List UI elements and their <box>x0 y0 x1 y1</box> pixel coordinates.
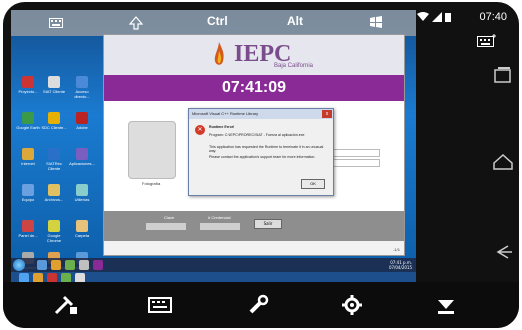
logo-subtitle: Baja California <box>274 63 314 69</box>
bottom-toolbar <box>3 282 519 328</box>
iepc-app-window[interactable]: IEPC Baja California 07:41:09 Fotografía… <box>103 34 405 256</box>
desktop-icon[interactable]: Utilerías <box>69 184 95 202</box>
back-icon[interactable] <box>492 242 514 262</box>
taskbar-item[interactable] <box>79 260 89 270</box>
desktop-icon[interactable]: Acceso directo... <box>69 76 95 99</box>
desktop-icon[interactable]: Equipo <box>15 184 41 202</box>
desktop-icon[interactable]: Panel de... <box>15 220 41 238</box>
desktop-icon[interactable]: Proyecto... <box>15 76 41 94</box>
dialog-heading: Runtime Error! <box>209 125 235 129</box>
expand-up-icon[interactable] <box>129 16 143 30</box>
desktop-icon[interactable]: Aplicaciones... <box>69 148 95 166</box>
clave-label: Clave <box>164 215 175 220</box>
credencial-label: # Credencial <box>208 215 231 220</box>
photo-box <box>128 121 176 179</box>
windows-taskbar: 07:41 p.m. 07/04/2015 <box>11 258 416 272</box>
logo-band: IEPC Baja California <box>104 35 404 75</box>
desktop-icon[interactable]: Internet <box>15 148 41 166</box>
app-bottom-band: Clave # Credencial Salir <box>104 211 404 241</box>
text-field[interactable] <box>328 149 380 157</box>
android-nav-bar <box>485 32 519 272</box>
gear-icon[interactable] <box>339 294 365 316</box>
wifi-icon <box>417 12 429 21</box>
page-indicator: -1/1 <box>393 247 400 252</box>
keyboard-icon[interactable] <box>147 294 173 316</box>
dialog-line-1: This application has requested the Runti… <box>209 145 324 153</box>
desktop-icon[interactable]: Adobe <box>69 112 95 130</box>
recent-apps-icon[interactable] <box>492 66 514 86</box>
keyboard-small-icon[interactable] <box>49 18 63 28</box>
remote-desktop-view[interactable]: Ctrl Alt Proyecto... SIAT Cliente Acceso… <box>11 10 416 272</box>
dialog-ok-button[interactable]: OK <box>301 179 325 189</box>
taskbar-item[interactable] <box>51 260 61 270</box>
desktop-icon[interactable]: Archivos... <box>41 184 67 202</box>
clock-display: 07:41:09 <box>104 75 404 101</box>
text-field[interactable] <box>328 159 380 167</box>
signal-icon <box>432 12 443 22</box>
ctrl-key[interactable]: Ctrl <box>207 14 228 28</box>
download-icon[interactable] <box>433 294 459 316</box>
wrench-icon[interactable] <box>245 294 271 316</box>
desktop-icon[interactable]: Google Earth <box>15 112 41 130</box>
home-icon[interactable] <box>492 152 514 172</box>
signal-icons <box>417 12 452 25</box>
desktop-icon[interactable]: SIATRec Cliente <box>41 148 67 171</box>
start-button[interactable] <box>13 259 25 271</box>
dialog-title: Microsoft Visual C++ Runtime Library <box>189 109 333 119</box>
taskbar-clock: 07:41 p.m. 07/04/2015 <box>388 260 412 270</box>
iepc-flame-logo <box>214 42 224 65</box>
photo-label: Fotografía <box>142 181 161 186</box>
phone-screen: Ctrl Alt Proyecto... SIAT Cliente Acceso… <box>3 2 519 328</box>
desktop-icon[interactable]: SIAT Cliente <box>41 76 67 94</box>
credencial-field[interactable] <box>200 223 240 230</box>
desktop-icon[interactable]: Google Chrome <box>41 220 67 243</box>
taskbar-item[interactable] <box>65 260 75 270</box>
dialog-close-button[interactable]: x <box>322 110 332 118</box>
desktop-icon[interactable]: SDC Cliente... <box>41 112 67 130</box>
runtime-error-dialog[interactable]: Microsoft Visual C++ Runtime Library x ✕… <box>188 108 334 196</box>
battery-icon <box>445 13 452 22</box>
android-status-bar: 07:40 <box>417 10 507 26</box>
clave-field[interactable] <box>146 223 186 230</box>
exit-button[interactable]: Salir <box>254 219 282 229</box>
error-icon: ✕ <box>195 125 205 135</box>
alt-key[interactable]: Alt <box>287 14 303 28</box>
windows-key-icon[interactable] <box>369 15 383 29</box>
taskbar-item[interactable] <box>93 260 103 270</box>
tools-icon[interactable] <box>53 294 79 316</box>
dialog-line-2: Please contact the application's support… <box>209 155 316 159</box>
desktop-icon[interactable]: Carpeta <box>69 220 95 238</box>
dialog-program: Program: C:\IEPC\PROREC\SiAT - Fuerza al… <box>209 133 305 137</box>
remote-toolbar: Ctrl Alt <box>11 10 416 36</box>
status-clock: 07:40 <box>479 11 507 23</box>
taskbar-item[interactable] <box>37 260 47 270</box>
